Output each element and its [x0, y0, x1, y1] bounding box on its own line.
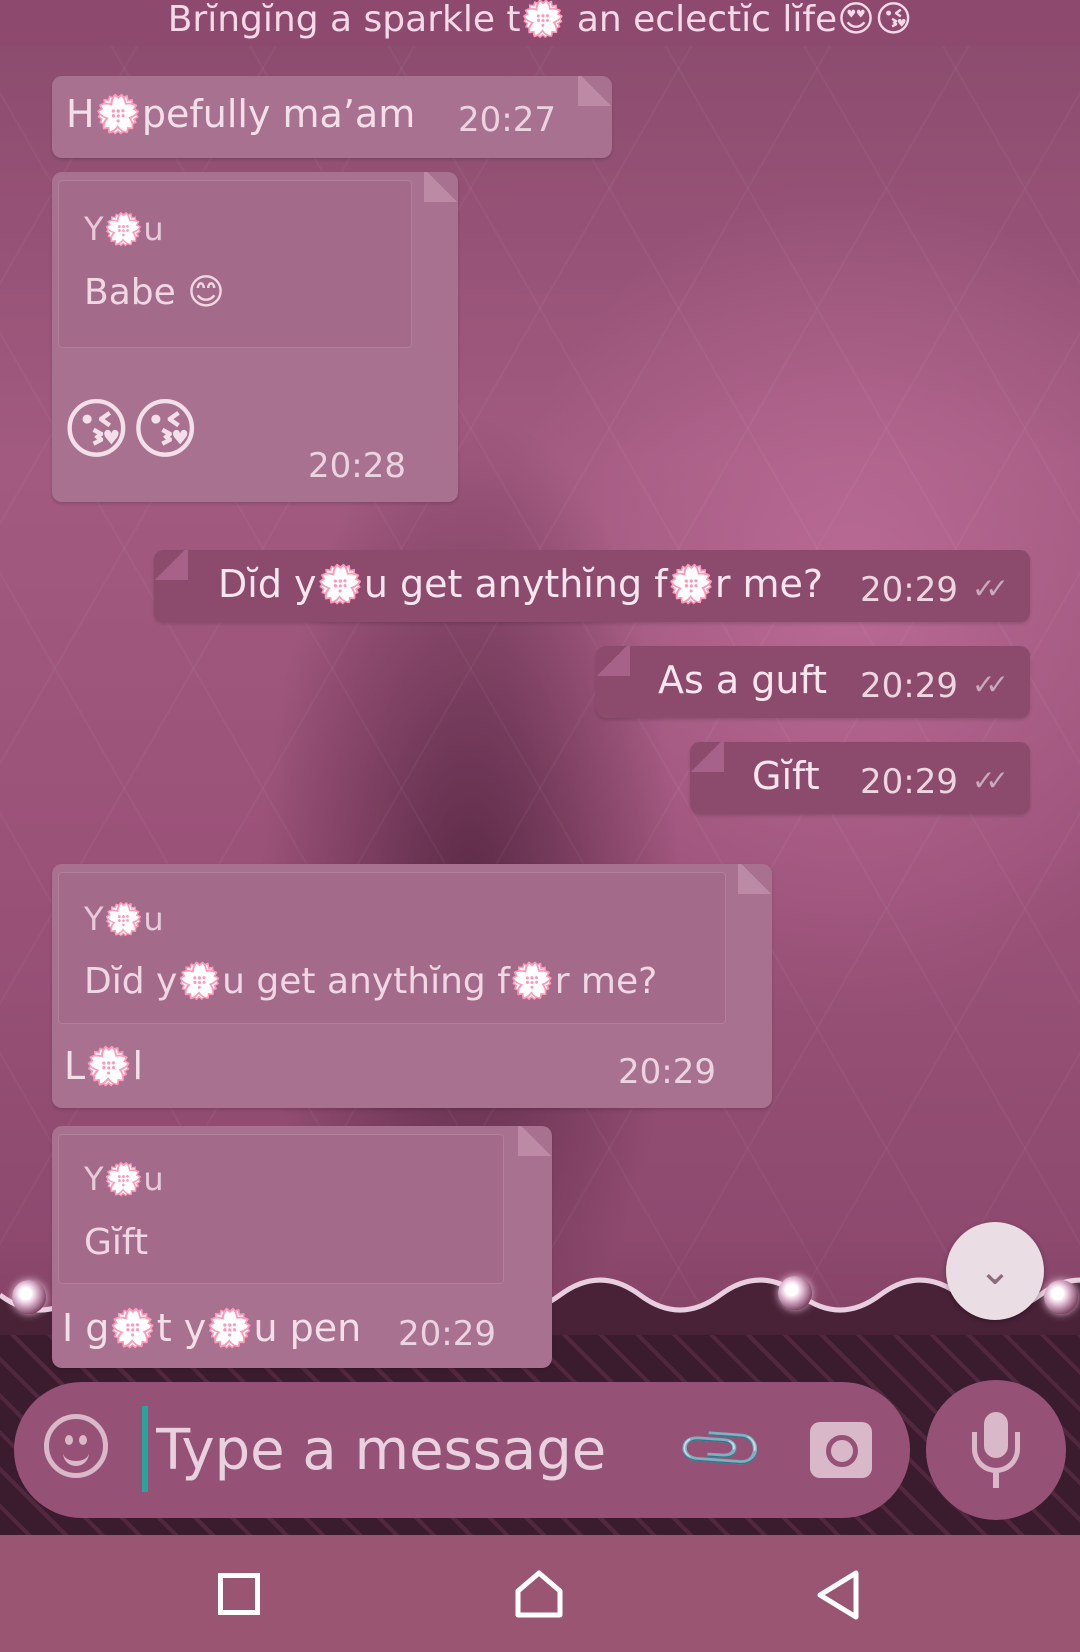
- quote-text: Gĭft: [84, 1222, 149, 1263]
- quoted-message[interactable]: Y💮u Gĭft: [58, 1134, 504, 1284]
- message-time: 20:29: [398, 1314, 496, 1354]
- message-text: Gĭft: [752, 754, 820, 798]
- paperclip-icon[interactable]: 📎: [673, 1401, 769, 1497]
- quote-author: Y💮u: [84, 900, 164, 938]
- message-text: L💮l: [64, 1044, 144, 1088]
- camera-icon[interactable]: [810, 1422, 872, 1478]
- microphone-icon[interactable]: [926, 1380, 1066, 1520]
- back-icon[interactable]: [814, 1569, 862, 1621]
- quoted-message[interactable]: Y💮u Babe 😊: [58, 180, 412, 348]
- message-text: I g💮t y💮u pen: [62, 1306, 362, 1350]
- message-time: 20:29: [618, 1052, 716, 1092]
- double-chevron-down-icon[interactable]: ⌄: [946, 1222, 1044, 1320]
- quote-author: Y💮u: [84, 210, 164, 248]
- read-ticks-icon: ✓✓: [972, 572, 1009, 605]
- message-input[interactable]: [154, 1404, 658, 1496]
- quote-author: Y💮u: [84, 1160, 164, 1198]
- smiley-icon[interactable]: [44, 1414, 108, 1478]
- message-time: 20:29: [860, 570, 958, 610]
- message-bubble-incoming[interactable]: Y💮u Dĭd y💮u get anythĭng f💮r me? L💮l 20:…: [52, 864, 774, 1108]
- read-ticks-icon: ✓✓: [972, 668, 1009, 701]
- message-emoji: 😘😘: [62, 391, 200, 468]
- decor-gem: [1044, 1280, 1078, 1314]
- message-text: H💮pefully ma’am: [66, 92, 416, 136]
- text-cursor: [142, 1406, 148, 1492]
- message-bubble-outgoing[interactable]: Dĭd y💮u get anythĭng f💮r me? 20:29 ✓✓: [152, 550, 1030, 622]
- message-time: 20:27: [458, 100, 556, 140]
- system-navigation-bar: [0, 1535, 1080, 1652]
- message-time: 20:28: [308, 446, 406, 486]
- message-composer: 📎: [14, 1382, 910, 1518]
- message-time: 20:29: [860, 666, 958, 706]
- quoted-message[interactable]: Y💮u Dĭd y💮u get anythĭng f💮r me?: [58, 872, 726, 1024]
- decor-gem: [12, 1280, 46, 1314]
- recents-icon[interactable]: [218, 1573, 260, 1615]
- message-bubble-incoming[interactable]: H💮pefully ma’am 20:27: [52, 76, 614, 158]
- message-text: As a guft: [658, 658, 828, 702]
- quote-text: Dĭd y💮u get anythĭng f💮r me?: [84, 961, 658, 1002]
- message-text: Dĭd y💮u get anythĭng f💮r me?: [218, 562, 824, 606]
- decor-gem: [778, 1276, 812, 1310]
- home-icon[interactable]: [514, 1569, 564, 1619]
- message-bubble-outgoing[interactable]: As a guft 20:29 ✓✓: [594, 646, 1030, 718]
- contact-status: Brĭngĭng a sparkle t💮 an eclectĭc lĭfe😍😘: [0, 0, 1080, 46]
- message-bubble-incoming[interactable]: Y💮u Babe 😊 😘😘 20:28: [52, 172, 460, 502]
- message-bubble-incoming[interactable]: Y💮u Gĭft I g💮t y💮u pen 20:29: [52, 1126, 554, 1368]
- message-time: 20:29: [860, 762, 958, 802]
- read-ticks-icon: ✓✓: [972, 764, 1009, 797]
- quote-text: Babe 😊: [84, 272, 225, 313]
- message-bubble-outgoing[interactable]: Gĭft 20:29 ✓✓: [688, 742, 1030, 814]
